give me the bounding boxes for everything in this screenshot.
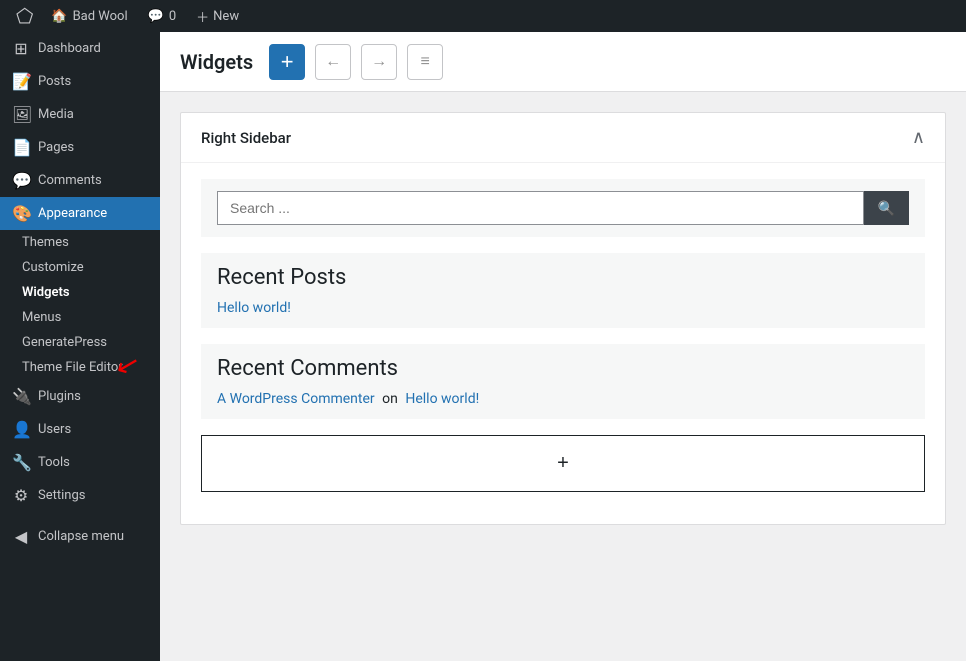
search-input[interactable] — [217, 191, 864, 225]
comments-link[interactable]: 💬 0 — [138, 0, 187, 32]
comments-count: 0 — [169, 9, 176, 24]
sidebar-item-label: Collapse menu — [38, 529, 124, 544]
sidebar-item-posts[interactable]: 📝 Posts — [0, 65, 160, 98]
media-icon: 🖼 — [12, 105, 30, 124]
admin-bar: ⬠ 🏠 Bad Wool 💬 0 ＋ New — [0, 0, 966, 32]
commenter-link[interactable]: A WordPress Commenter — [217, 391, 375, 407]
pages-icon: 📄 — [12, 138, 30, 157]
widget-area-title: Right Sidebar — [201, 129, 291, 147]
collapse-icon: ◀ — [12, 527, 30, 546]
comments-icon: 💬 — [12, 171, 30, 190]
on-text: on — [382, 391, 398, 407]
recent-posts-title: Recent Posts — [217, 265, 909, 290]
sidebar-item-label: Users — [38, 422, 71, 437]
sidebar-sub-customize[interactable]: Customize — [0, 255, 160, 280]
page-title: Widgets — [180, 50, 253, 74]
sidebar-item-appearance[interactable]: 🎨 Appearance — [0, 197, 160, 230]
recent-comment-post-link[interactable]: Hello world! — [405, 391, 479, 407]
tools-icon: 🔧 — [12, 453, 30, 472]
users-icon: 👤 — [12, 420, 30, 439]
undo-button[interactable]: ← — [315, 44, 351, 80]
sidebar-item-comments[interactable]: 💬 Comments — [0, 164, 160, 197]
sidebar-sub-generatepress[interactable]: GeneratePress — [0, 330, 160, 355]
sidebar-item-label: Comments — [38, 173, 102, 188]
sidebar-sub-themes[interactable]: Themes — [0, 230, 160, 255]
sidebar-item-settings[interactable]: ⚙ Settings — [0, 479, 160, 512]
search-button[interactable]: 🔍 — [864, 191, 909, 225]
recent-posts-widget: Recent Posts Hello world! — [201, 253, 925, 328]
main-content: Widgets + ← → ≡ Right Sidebar ∧ 🔍 — [160, 32, 966, 661]
sidebar-item-label: Posts — [38, 74, 71, 89]
sidebar-item-label: Plugins — [38, 389, 81, 404]
sidebar-item-dashboard[interactable]: ⊞ Dashboard — [0, 32, 160, 65]
sidebar-item-label: Dashboard — [38, 41, 101, 56]
search-widget: 🔍 — [201, 179, 925, 237]
sidebar-item-users[interactable]: 👤 Users — [0, 413, 160, 446]
widget-area-body: 🔍 Recent Posts Hello world! Recent Comme… — [181, 163, 945, 524]
home-icon: 🏠 — [51, 9, 67, 24]
sidebar-item-label: Settings — [38, 488, 85, 503]
posts-icon: 📝 — [12, 72, 30, 91]
plus-icon: ＋ — [196, 7, 209, 26]
sidebar-item-label: Pages — [38, 140, 74, 155]
widgets-content: Right Sidebar ∧ 🔍 Recent Posts Hello wor… — [160, 92, 966, 565]
dashboard-icon: ⊞ — [12, 39, 30, 58]
sidebar-item-label: Media — [38, 107, 74, 122]
sidebar-collapse[interactable]: ◀ Collapse menu — [0, 520, 160, 553]
add-widget-icon: + — [557, 452, 569, 475]
sidebar-item-label: Appearance — [38, 206, 107, 221]
sidebar-item-label: Tools — [38, 455, 70, 470]
add-block-button[interactable]: + — [269, 44, 305, 80]
appearance-icon: 🎨 — [12, 204, 30, 223]
widgets-header: Widgets + ← → ≡ — [160, 32, 966, 92]
add-widget-button[interactable]: + — [201, 435, 925, 492]
sidebar-item-plugins[interactable]: 🔌 Plugins — [0, 380, 160, 413]
sidebar-sub-menus[interactable]: Menus — [0, 305, 160, 330]
sidebar-sub-theme-file-editor[interactable]: Theme File Editor — [0, 355, 160, 380]
collapse-widget-area-button[interactable]: ∧ — [912, 127, 925, 148]
right-sidebar-widget-area: Right Sidebar ∧ 🔍 Recent Posts Hello wor… — [180, 112, 946, 525]
sidebar-item-pages[interactable]: 📄 Pages — [0, 131, 160, 164]
comment-icon: 💬 — [148, 9, 164, 24]
sidebar-sub-widgets[interactable]: Widgets — [0, 280, 160, 305]
more-options-button[interactable]: ≡ — [407, 44, 443, 80]
site-name-link[interactable]: 🏠 Bad Wool — [41, 0, 137, 32]
sidebar-item-tools[interactable]: 🔧 Tools — [0, 446, 160, 479]
wp-logo[interactable]: ⬠ — [8, 4, 41, 28]
recent-post-link[interactable]: Hello world! — [217, 300, 291, 316]
sidebar: ⊞ Dashboard 📝 Posts 🖼 Media 📄 Pages 💬 Co… — [0, 32, 160, 661]
site-name: Bad Wool — [73, 9, 128, 24]
plugins-icon: 🔌 — [12, 387, 30, 406]
settings-icon: ⚙ — [12, 486, 30, 505]
widget-area-header: Right Sidebar ∧ — [181, 113, 945, 163]
new-label: New — [213, 9, 239, 24]
sidebar-item-media[interactable]: 🖼 Media — [0, 98, 160, 131]
new-content-link[interactable]: ＋ New — [186, 7, 249, 26]
recent-comments-title: Recent Comments — [217, 356, 909, 381]
redo-button[interactable]: → — [361, 44, 397, 80]
recent-comments-widget: Recent Comments A WordPress Commenter on… — [201, 344, 925, 419]
